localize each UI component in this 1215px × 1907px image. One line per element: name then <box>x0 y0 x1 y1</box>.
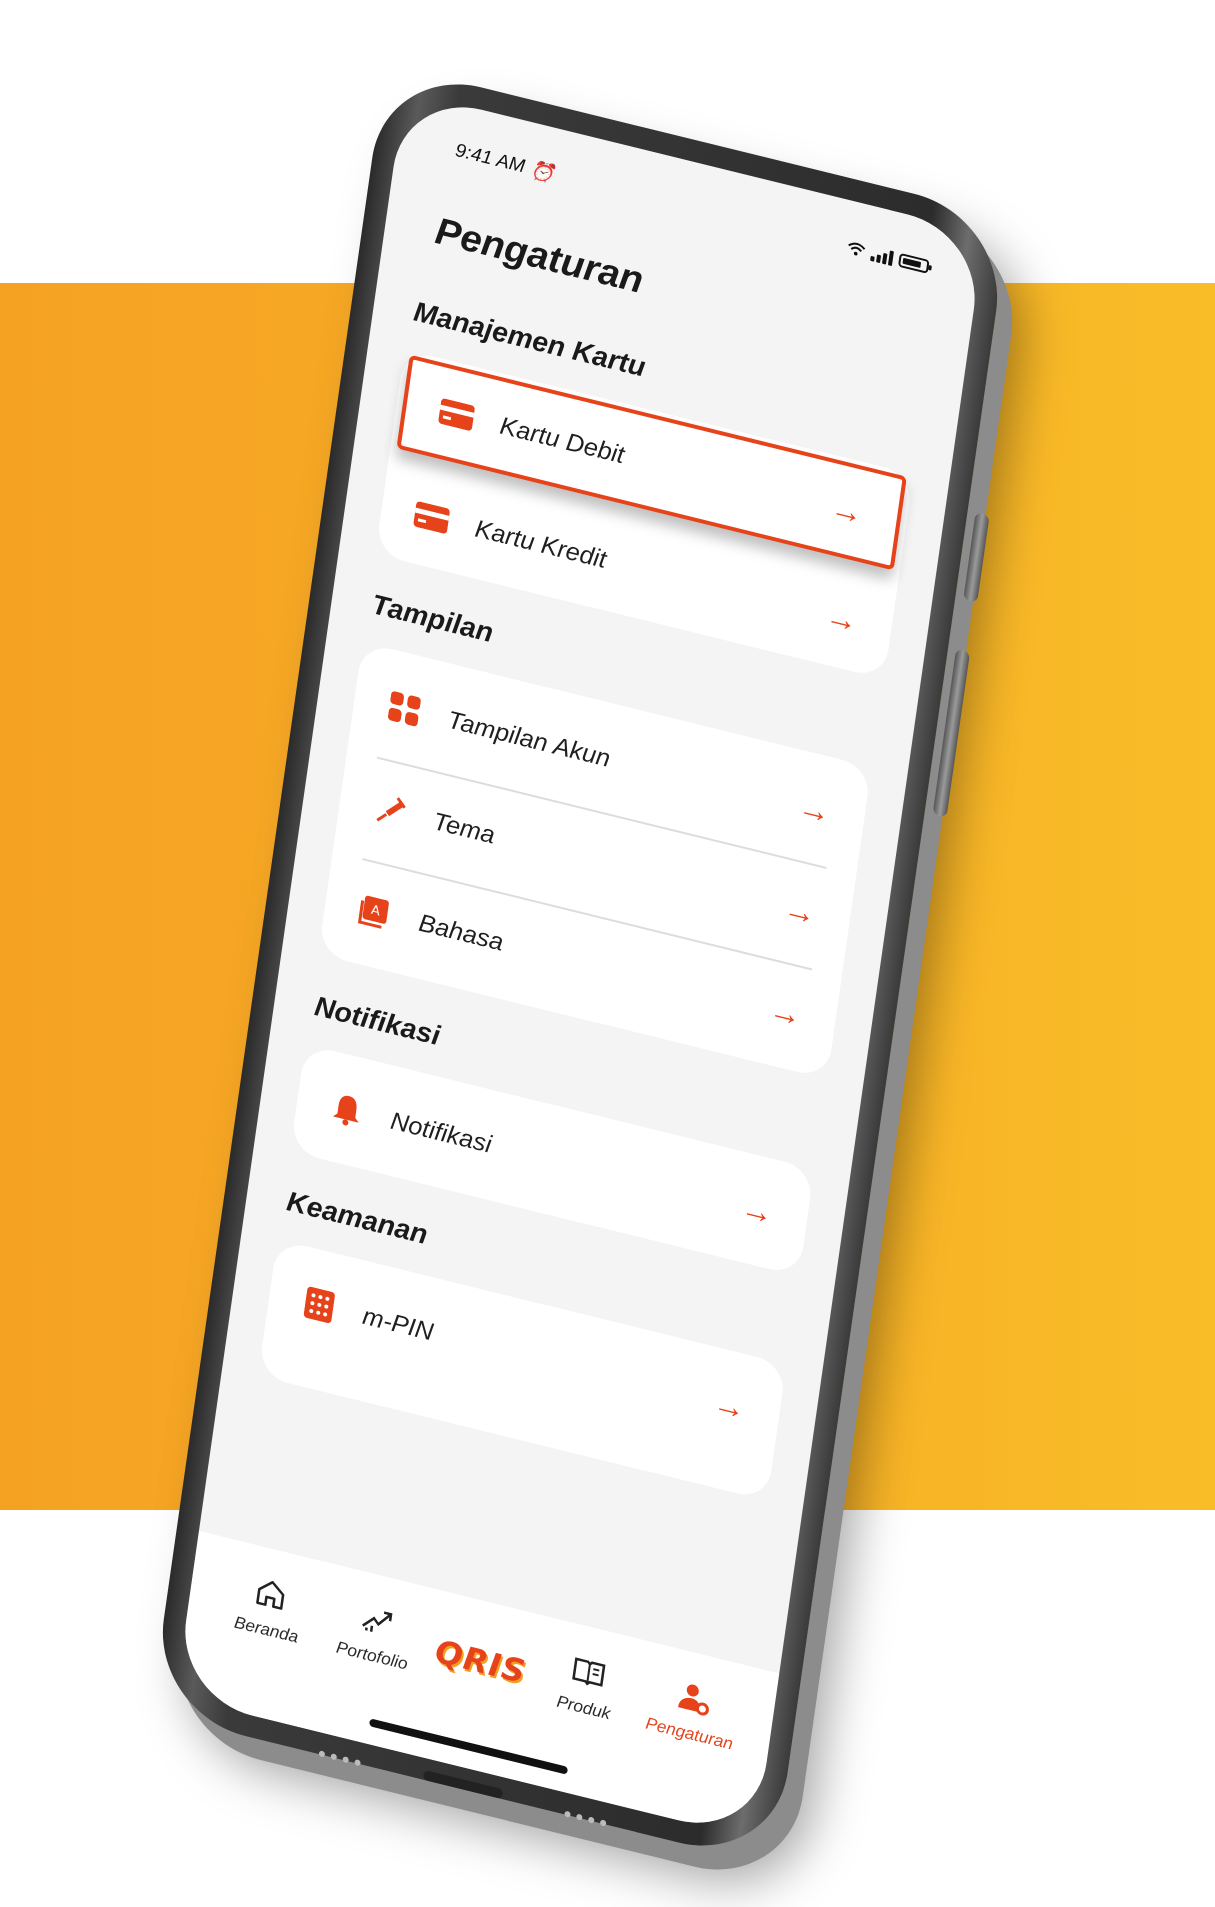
arrow-right-icon: → <box>828 488 866 532</box>
settings-item-mpin[interactable]: m-PIN → <box>263 1246 785 1465</box>
item-label: m-PIN <box>361 1301 436 1347</box>
tab-pengaturan[interactable]: Pengaturan <box>643 1670 741 1754</box>
arrow-right-icon: → <box>823 596 861 640</box>
wifi-icon <box>848 242 866 256</box>
page-title: Pengaturan <box>432 210 646 303</box>
arrow-right-icon: → <box>738 1188 776 1232</box>
notifications-group: Notifikasi → <box>290 1043 815 1277</box>
card-icon <box>411 496 452 540</box>
grid-icon <box>384 687 425 731</box>
language-icon: A <box>355 890 396 934</box>
arrow-right-icon: → <box>767 990 804 1034</box>
section-title-notifications: Notifikasi <box>312 990 442 1052</box>
card-icon <box>436 393 477 437</box>
tab-label: Pengaturan <box>644 1713 735 1754</box>
arrow-right-icon: → <box>796 787 833 831</box>
tab-label: Beranda <box>233 1612 300 1647</box>
tab-qris[interactable]: QRIS <box>433 1618 529 1691</box>
battery-icon <box>897 252 930 274</box>
tab-beranda[interactable]: Beranda <box>220 1567 318 1651</box>
brush-icon <box>370 788 411 832</box>
user-settings-icon <box>677 1684 709 1716</box>
book-icon <box>571 1657 606 1687</box>
qris-logo: QRIS <box>433 1632 529 1692</box>
bell-icon <box>327 1088 368 1132</box>
keypad-icon <box>299 1283 340 1327</box>
tab-portofolio[interactable]: Portofolio <box>326 1592 424 1676</box>
alarm-icon: ⏰ <box>529 159 556 186</box>
growth-chart-icon <box>362 1611 393 1633</box>
tab-produk[interactable]: Produk <box>537 1644 635 1728</box>
signal-icon <box>870 245 894 267</box>
item-label: Notifikasi <box>388 1106 494 1159</box>
tab-label: Produk <box>555 1691 612 1724</box>
security-group: m-PIN → <box>258 1239 787 1501</box>
status-time: 9:41 AM <box>453 140 527 178</box>
arrow-right-icon: → <box>711 1383 748 1427</box>
section-title-security: Keamanan <box>284 1185 430 1251</box>
arrow-right-icon: → <box>781 889 819 932</box>
section-title-display: Tampilan <box>370 588 496 649</box>
home-icon <box>256 1581 285 1610</box>
tab-label: Portofolio <box>335 1637 409 1674</box>
